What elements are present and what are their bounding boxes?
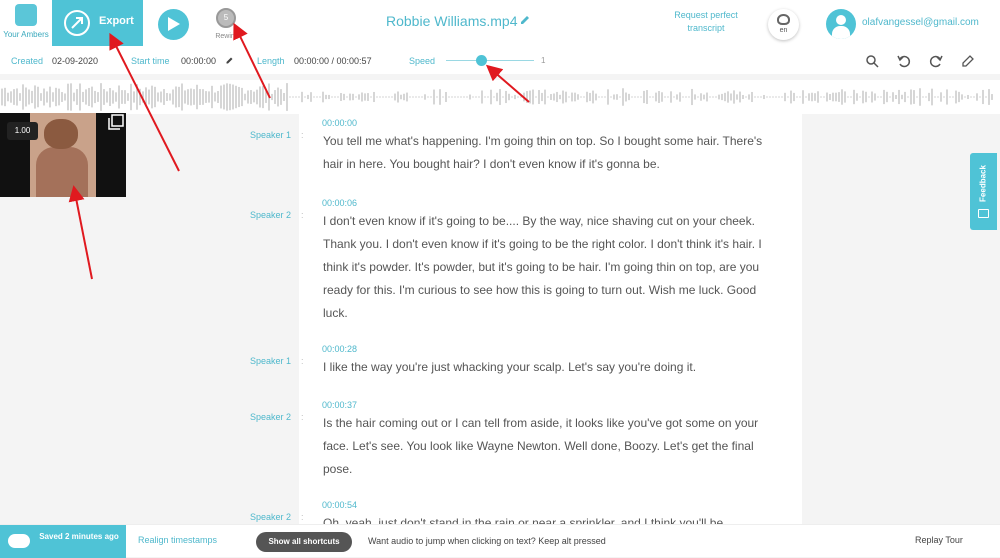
rewind-icon: 5 (216, 8, 236, 28)
length-label: Length (257, 56, 285, 66)
segment-text[interactable]: You tell me what's happening. I'm going … (323, 130, 783, 176)
globe-icon (777, 14, 790, 25)
speaker-separator: : (301, 512, 304, 522)
start-time-label: Start time (131, 56, 170, 66)
avatar-icon[interactable] (826, 9, 856, 39)
language-code: en (779, 27, 788, 34)
logo-icon (15, 4, 37, 26)
speaker-separator: : (301, 130, 304, 140)
speed-label: Speed (409, 56, 436, 66)
bottom-bar: Saved 2 minutes ago Realign timestamps S… (0, 524, 1000, 558)
speaker-label[interactable]: Speaker 2 (250, 512, 291, 522)
rewind-label: Rewind (215, 33, 239, 40)
segment-timestamp[interactable]: 00:00:28 (322, 344, 357, 354)
audio-waveform[interactable] (0, 80, 1000, 114)
segment-timestamp[interactable]: 00:00:06 (322, 198, 357, 208)
length-value: 00:00:00 / 00:00:57 (294, 56, 372, 66)
created-label: Created (11, 56, 44, 66)
play-button[interactable] (158, 9, 189, 40)
search-icon[interactable] (865, 54, 879, 68)
segment-timestamp[interactable]: 00:00:00 (322, 118, 357, 128)
feedback-tab[interactable]: Feedback (970, 153, 997, 230)
user-email[interactable]: olafvangessel@gmail.com (862, 17, 979, 28)
file-title[interactable]: Robbie Williams.mp4 (386, 13, 517, 29)
speaker-label[interactable]: Speaker 1 (250, 356, 291, 366)
realign-timestamps-link[interactable]: Realign timestamps (138, 535, 217, 545)
cloud-upload-icon (8, 534, 30, 548)
rewind-seconds: 5 (223, 13, 229, 22)
speaker-label[interactable]: Speaker 2 (250, 412, 291, 422)
export-button[interactable]: Export (52, 0, 143, 46)
segment-text[interactable]: I like the way you're just whacking your… (323, 356, 783, 379)
segment-text[interactable]: Oh, yeah, just don't stand in the rain o… (323, 512, 783, 524)
feedback-label: Feedback (978, 165, 988, 202)
speed-max: 1 (541, 56, 546, 65)
speaker-label[interactable]: Speaker 1 (250, 130, 291, 140)
fullscreen-icon[interactable] (108, 114, 124, 130)
logo-label: Your Ambers (3, 30, 49, 39)
segment-timestamp[interactable]: 00:00:37 (322, 400, 357, 410)
start-time-value[interactable]: 00:00:00 (181, 56, 216, 66)
speaker-label[interactable]: Speaker 2 (250, 210, 291, 220)
redo-icon[interactable] (929, 54, 943, 68)
speaker-separator: : (301, 412, 304, 422)
transcript-panel: 00:00:00 You tell me what's happening. I'… (299, 114, 802, 524)
playback-rate-badge[interactable]: 1.00 (7, 122, 38, 140)
language-button[interactable]: en (768, 9, 799, 40)
show-shortcuts-button[interactable]: Show all shortcuts (256, 532, 352, 552)
edit-icon[interactable] (961, 54, 975, 68)
feedback-icon (978, 209, 989, 218)
segment-text[interactable]: I don't even know if it's going to be...… (323, 210, 783, 325)
created-value: 02-09-2020 (52, 56, 99, 66)
replay-tour-link[interactable]: Replay Tour (915, 535, 963, 545)
your-ambers-link[interactable]: Your Ambers (0, 0, 52, 46)
undo-icon[interactable] (897, 54, 911, 68)
top-bar: Your Ambers Export 5 Rewind Robbie Willi… (0, 0, 1000, 46)
pencil-icon[interactable] (519, 14, 531, 26)
arrow-to-video (68, 185, 93, 280)
rewind-button[interactable]: 5 Rewind (212, 6, 242, 42)
segment-timestamp[interactable]: 00:00:54 (322, 500, 357, 510)
save-status-text: Saved 2 minutes ago (39, 532, 119, 541)
speaker-separator: : (301, 210, 304, 220)
play-icon (168, 17, 180, 31)
pencil-icon[interactable] (225, 56, 234, 65)
export-label: Export (99, 15, 134, 27)
speaker-separator: : (301, 356, 304, 366)
export-icon (64, 10, 90, 36)
alt-click-hint: Want audio to jump when clicking on text… (368, 536, 606, 546)
save-status: Saved 2 minutes ago (0, 525, 126, 558)
request-transcript-link[interactable]: Request perfect transcript (660, 9, 752, 35)
speed-slider-track[interactable] (446, 60, 534, 61)
segment-text[interactable]: Is the hair coming out or I can tell fro… (323, 412, 783, 481)
